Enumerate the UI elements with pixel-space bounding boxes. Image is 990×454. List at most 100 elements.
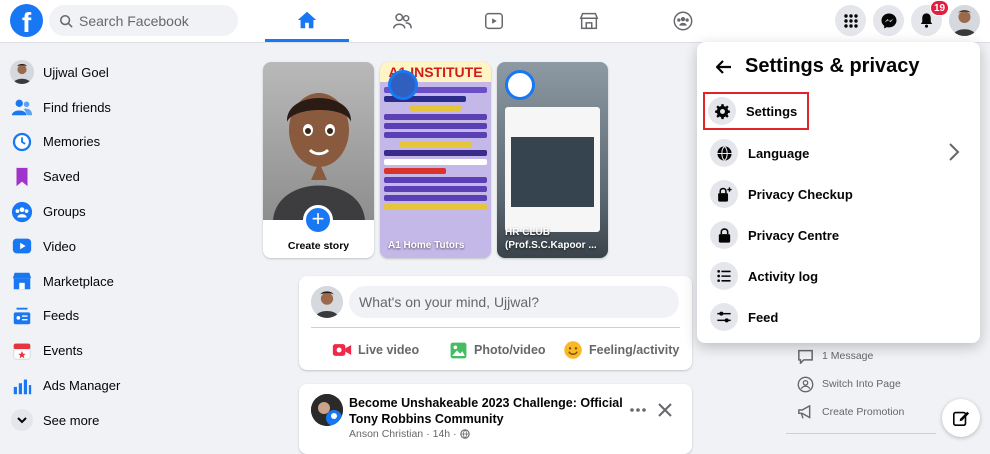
menu-item-settings[interactable]: Settings: [703, 92, 809, 130]
facebook-logo[interactable]: f: [10, 4, 43, 37]
create-story-photo: [263, 62, 374, 220]
menu-item-language[interactable]: Language: [707, 135, 970, 171]
clock-icon: [12, 132, 32, 152]
post-options-button[interactable]: [627, 399, 649, 421]
post-meta: Anson Christian · 14h ·: [349, 428, 470, 440]
sidebar-item-video[interactable]: Video: [8, 229, 248, 264]
compose-icon: [952, 411, 970, 427]
friends-icon: [393, 13, 412, 29]
menu-item-label: Language: [748, 145, 810, 161]
live-video-icon: [332, 344, 352, 356]
right-column-item-switch-page[interactable]: Switch Into Page: [797, 373, 901, 395]
avatar-illustration: [949, 5, 980, 36]
sidebar-item-saved[interactable]: Saved: [8, 159, 248, 194]
right-column-item-message[interactable]: 1 Message: [797, 345, 873, 367]
list-icon: [710, 262, 738, 290]
sidebar-item-groups[interactable]: Groups: [8, 194, 248, 229]
back-button[interactable]: [713, 56, 735, 78]
sidebar-item-find-friends[interactable]: Find friends: [8, 90, 248, 125]
story-flyer-content: [380, 82, 491, 215]
groups-icon: [673, 11, 693, 31]
close-icon: [658, 403, 672, 417]
smiley-icon: [564, 341, 582, 359]
story-post-preview: [505, 107, 600, 232]
lock-icon: [710, 221, 738, 249]
menu-grid-button[interactable]: [835, 5, 866, 36]
sidebar-item-label: Find friends: [43, 99, 111, 115]
menu-item-label: Settings: [746, 103, 798, 119]
groups-icon: [11, 201, 33, 222]
post-time[interactable]: 14h: [433, 428, 451, 440]
story-profile-ring: [388, 70, 418, 100]
post-composer: What's on your mind, Ujjwal? Live video …: [299, 276, 692, 370]
group-avatar[interactable]: [311, 394, 343, 426]
divider: [311, 327, 680, 328]
chevron-right-icon: [949, 143, 960, 161]
menu-item-label: Privacy Centre: [748, 227, 840, 243]
right-column-item-create-promotion[interactable]: Create Promotion: [797, 401, 904, 423]
story-profile-ring: [505, 70, 535, 100]
sidebar-item-feeds[interactable]: Feeds: [8, 299, 248, 334]
search-icon: [59, 14, 73, 28]
sidebar-item-memories[interactable]: Memories: [8, 125, 248, 160]
menu-item-privacy-checkup[interactable]: Privacy Checkup: [707, 176, 970, 212]
create-story-card[interactable]: + Create story: [263, 62, 374, 258]
sidebar-item-label: Events: [43, 343, 83, 359]
left-sidebar: Ujjwal Goel Find friends Memories Saved …: [8, 55, 248, 438]
account-avatar[interactable]: [949, 5, 980, 36]
story-card[interactable]: A1 INSTITUTE A1 Home Tutors: [380, 62, 491, 258]
sidebar-item-label: Memories: [43, 134, 101, 150]
hide-post-button[interactable]: [654, 399, 676, 421]
messenger-icon: [881, 13, 896, 28]
globe-icon: [459, 429, 470, 439]
whats-on-your-mind-input[interactable]: What's on your mind, Ujjwal?: [349, 286, 679, 318]
chat-bubble-icon: [798, 349, 813, 364]
grid-icon: [843, 13, 858, 28]
create-story-label: Create story: [287, 240, 350, 252]
switch-profile-icon: [797, 376, 814, 392]
menu-item-activity-log[interactable]: Activity log: [707, 258, 970, 294]
more-options-icon: [630, 408, 646, 412]
sidebar-item-ads-manager[interactable]: Ads Manager: [8, 368, 248, 403]
story-name: HR CLUB (Prof.S.C.Kapoor ...: [505, 227, 597, 251]
sidebar-item-see-more[interactable]: See more: [8, 403, 248, 438]
lock-plus-icon: [710, 180, 738, 208]
gear-icon: [708, 97, 736, 125]
live-video-button[interactable]: Live video: [332, 338, 419, 362]
tab-watch[interactable]: [452, 0, 536, 42]
sliders-icon: [710, 303, 738, 331]
sidebar-item-label: Ujjwal Goel: [43, 64, 109, 80]
sidebar-item-marketplace[interactable]: Marketplace: [8, 264, 248, 299]
tab-marketplace[interactable]: [547, 0, 631, 42]
settings-privacy-menu: Settings & privacy Settings Language Pri…: [697, 42, 980, 343]
divider: [786, 433, 936, 434]
menu-item-feed[interactable]: Feed: [707, 299, 970, 335]
friends-icon: [11, 99, 33, 116]
avatar: [311, 286, 343, 318]
search-input[interactable]: Search Facebook: [49, 5, 238, 36]
sidebar-item-profile[interactable]: Ujjwal Goel: [8, 55, 248, 90]
tab-groups[interactable]: [641, 0, 725, 42]
sidebar-item-label: Feeds: [43, 308, 80, 324]
bookmark-icon: [16, 167, 28, 186]
calendar-icon: [13, 342, 31, 360]
post-title[interactable]: Become Unshakeable 2023 Challenge: Offic…: [349, 395, 629, 427]
separator-dot: ·: [453, 428, 457, 440]
menu-item-privacy-centre[interactable]: Privacy Centre: [707, 217, 970, 253]
tab-friends[interactable]: [360, 0, 444, 42]
feeling-activity-button[interactable]: Feeling/activity: [563, 338, 679, 362]
home-icon: [297, 11, 317, 28]
new-message-button[interactable]: [942, 399, 980, 437]
arrow-left-icon: [716, 60, 731, 74]
tab-home[interactable]: [265, 0, 349, 42]
sidebar-item-events[interactable]: Events: [8, 333, 248, 368]
story-card[interactable]: HR CLUB (Prof.S.C.Kapoor ...: [497, 62, 608, 258]
messenger-button[interactable]: [873, 5, 904, 36]
menu-title: Settings & privacy: [745, 55, 920, 77]
photo-icon: [450, 342, 467, 358]
sidebar-item-label: Saved: [43, 169, 80, 185]
shop-icon: [12, 272, 32, 290]
add-story-button[interactable]: +: [303, 205, 333, 235]
post-author[interactable]: Anson Christian: [349, 428, 423, 440]
photo-video-button[interactable]: Photo/video: [449, 338, 546, 362]
